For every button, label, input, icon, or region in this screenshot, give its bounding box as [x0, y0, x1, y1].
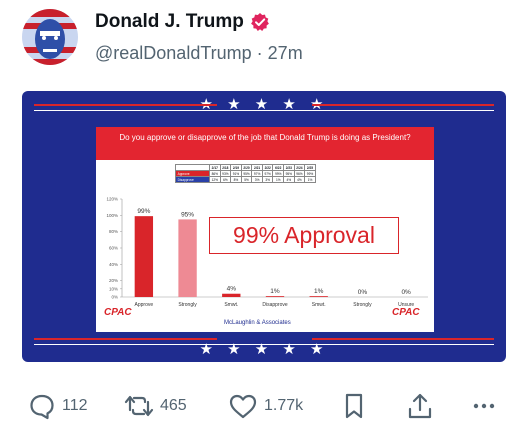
bar [134, 216, 154, 297]
y-tick-label: 0% [111, 295, 118, 300]
heart-icon [229, 394, 257, 419]
share-icon [408, 393, 432, 419]
post-header: Donald J. Trump @realDonaldTrump · 27m [0, 0, 528, 80]
y-tick-label: 100% [106, 213, 118, 218]
red-border-line [312, 104, 494, 106]
bar-value-label: 0% [358, 289, 368, 296]
white-border-line [34, 110, 494, 111]
post-media-image[interactable]: ★ ★ ★ ★ ★ Do you approve or disapprove o… [22, 91, 506, 362]
cpac-logo: CPAC [392, 307, 420, 318]
table-cell: 1% [272, 176, 285, 183]
bookmark-button[interactable] [342, 392, 372, 420]
like-button[interactable]: 1.77k [228, 392, 303, 420]
poll-slide: Do you approve or disapprove of the job … [96, 127, 434, 332]
handle-row: @realDonaldTrump · 27m [95, 43, 303, 64]
red-border-line [34, 104, 217, 106]
timestamp[interactable]: 27m [268, 43, 303, 63]
display-name[interactable]: Donald J. Trump [95, 11, 244, 33]
table-cell: 6% [219, 176, 232, 183]
reply-icon [30, 394, 54, 420]
bar-value-label: 95% [181, 211, 194, 218]
y-tick-label: 60% [109, 246, 118, 251]
table-cell: 4% [283, 176, 295, 183]
table-cell: 12% [209, 176, 221, 183]
x-tick-label: Smwt. [224, 302, 238, 308]
share-button[interactable] [406, 392, 440, 420]
handle[interactable]: @realDonaldTrump [95, 43, 252, 63]
bar [309, 296, 328, 297]
bar-value-label: 1% [314, 288, 324, 295]
repost-button[interactable]: 465 [124, 392, 187, 420]
table-row-disapprove: Disapprove 12% 6% 8% 5% 3% 3% 1% 4% 4% 1… [175, 176, 316, 183]
table-cell: 3% [251, 176, 263, 183]
reply-count: 112 [62, 397, 88, 414]
slide-title: Do you approve or disapprove of the job … [96, 127, 434, 160]
x-tick-label: Smwt. [312, 302, 326, 308]
cpac-logo: CPAC [104, 307, 132, 318]
repost-count: 465 [160, 397, 187, 414]
x-tick-label: Strongly [353, 302, 372, 308]
post-actions: 112 465 1.77k [0, 386, 528, 426]
table-cell: 3% [261, 176, 274, 183]
y-tick-label: 80% [109, 229, 118, 234]
table-cell: 5% [240, 176, 253, 183]
y-tick-label: 40% [109, 262, 118, 267]
table-cell: Disapprove [175, 176, 210, 183]
bar-value-label: 99% [137, 208, 150, 215]
bookmark-icon [345, 393, 363, 419]
table-cell: 8% [230, 176, 242, 183]
table-cell: 4% [293, 176, 306, 183]
approval-callout: 99% Approval [209, 217, 399, 254]
y-tick-label: 10% [109, 286, 118, 291]
x-tick-label: Approve [135, 302, 154, 308]
pollster-credit: McLaughlin & Associates [224, 320, 291, 326]
separator: · [251, 43, 268, 63]
y-tick-label: 20% [109, 278, 118, 283]
x-tick-label: Strongly [178, 302, 197, 308]
bar [178, 219, 197, 297]
name-row: Donald J. Trump [95, 11, 270, 33]
y-tick-label: 120% [106, 197, 118, 202]
like-count: 1.77k [264, 397, 304, 414]
bar-value-label: 1% [270, 288, 280, 295]
repost-icon [124, 395, 154, 417]
bar [222, 293, 241, 297]
avatar[interactable] [22, 9, 78, 65]
table-cell: 1% [304, 176, 316, 183]
bar [265, 296, 285, 297]
x-tick-label: Disapprove [262, 302, 288, 308]
stars-bottom: ★ ★ ★ ★ ★ [199, 341, 329, 358]
reply-button[interactable]: 112 [28, 392, 88, 420]
more-icon [473, 403, 495, 409]
verified-badge-icon [250, 13, 269, 31]
poll-table: 2/17 2/18 2/19 2/20 2/21 2/22 6/22 2/23 … [175, 164, 316, 183]
more-options-button[interactable] [470, 392, 504, 420]
bar-value-label: 0% [401, 289, 411, 296]
bar-value-label: 4% [227, 286, 237, 293]
